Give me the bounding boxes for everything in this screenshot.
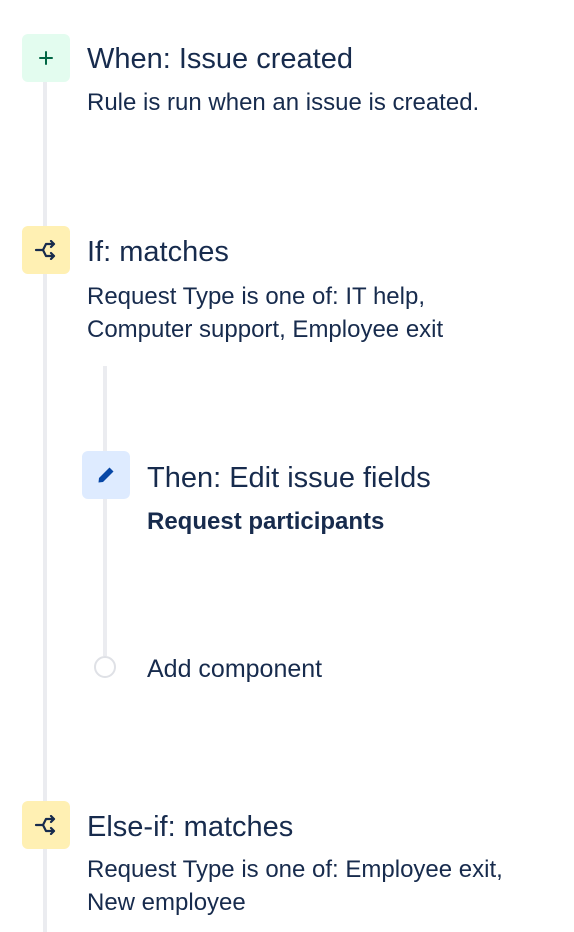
branch-icon (22, 226, 70, 274)
branch-icon (22, 801, 70, 849)
condition-if-description: Request Type is one of: IT help, Compute… (87, 283, 444, 343)
pencil-icon (82, 451, 130, 499)
add-component-circle-icon[interactable] (94, 656, 116, 678)
plus-icon (22, 34, 70, 82)
condition-else-if-description: Request Type is one of: Employee exit, N… (87, 856, 503, 916)
action-then-title: Then: Edit issue fields (147, 462, 431, 494)
trigger-description: Rule is run when an issue is created. (87, 89, 480, 116)
nested-connector-line (103, 366, 107, 656)
action-then-description: Request participants (147, 508, 385, 535)
condition-if-title: If: matches (87, 236, 229, 268)
trigger-title: When: Issue created (87, 43, 353, 75)
condition-else-if-title: Else-if: matches (87, 811, 294, 843)
add-component-button[interactable]: Add component (147, 653, 322, 685)
